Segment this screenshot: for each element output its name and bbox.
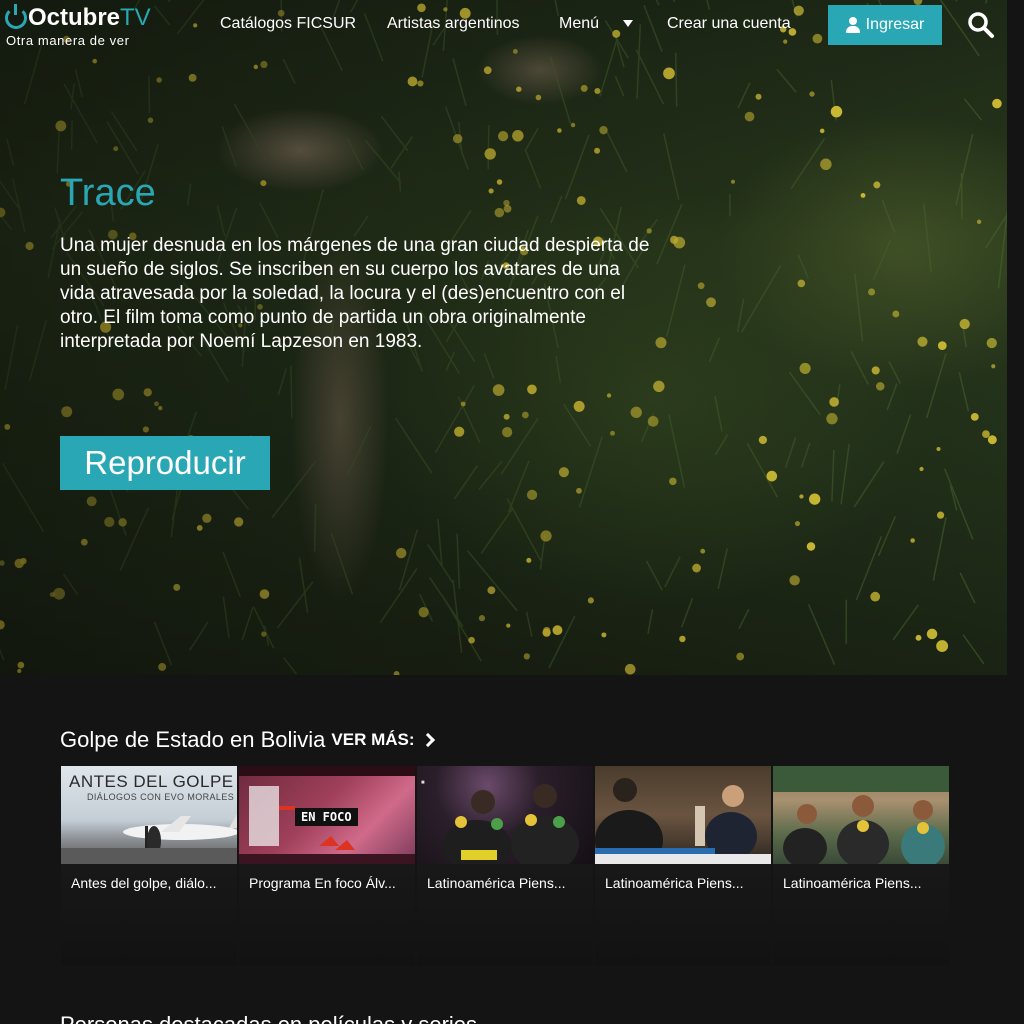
video-card[interactable]: Latinoamérica Piens... [595,766,771,965]
scrollbar[interactable] [1007,0,1024,1024]
video-card-title: Latinoamérica Piens... [783,875,922,891]
rally-image [773,766,949,864]
video-card-title: Latinoamérica Piens... [605,875,744,891]
airplane-image [61,814,237,864]
video-card[interactable]: ANTES DEL GOLPE DIÁLOGOS CON EVO MORALES… [61,766,237,965]
video-card[interactable]: EN FOCO Programa En foco Álv... [239,766,415,965]
video-card-title: Programa En foco Álv... [249,875,396,891]
logo-tv: TV [120,4,151,31]
video-card-title: Latinoamérica Piens... [427,875,566,891]
logo-name: Octubre [28,4,121,31]
top-navigation: Octubre TV Otra manera de ver Catálogos F… [0,0,1024,50]
nav-artistas-argentinos[interactable]: Artistas argentinos [387,15,520,33]
video-card[interactable]: Latinoamérica Piens... [773,766,949,965]
search-icon[interactable] [967,11,995,39]
octubre-tv-logo[interactable]: Octubre TV Otra manera de ver [5,4,155,48]
channel-logo: ■ [421,780,425,786]
video-thumbnail: ANTES DEL GOLPE DIÁLOGOS CON EVO MORALES [61,766,237,864]
login-label: Ingresar [865,16,925,33]
video-thumbnail [773,766,949,864]
video-card[interactable]: ■ Latinoamérica Piens... [417,766,593,965]
nav-catalogos-ficsur[interactable]: Catálogos FICSUR [220,15,356,33]
video-thumbnail: ■ [417,766,593,864]
power-icon [5,4,27,29]
logo-wordmark: Octubre TV [5,4,151,32]
section2-title: Personas destacadas en películas y serie… [60,1012,477,1024]
login-button[interactable]: Ingresar [828,5,942,45]
chevron-right-icon[interactable] [420,732,435,748]
nav-crear-cuenta[interactable]: Crear una cuenta [667,15,791,33]
play-button[interactable]: Reproducir [60,436,270,490]
video-carousel: ANTES DEL GOLPE DIÁLOGOS CON EVO MORALES… [61,766,949,965]
hero-title: Trace [60,172,156,214]
caption-strip [595,854,771,864]
chevron-down-icon[interactable] [623,20,633,27]
decorative-bar [279,806,295,810]
section-title: Golpe de Estado en Bolivia [60,727,326,752]
celebration-image [443,784,579,864]
hero-description: Una mujer desnuda en los márgenes de una… [60,235,650,352]
logo-tagline: Otra manera de ver [6,33,130,48]
nav-menu[interactable]: Menú [559,15,599,33]
video-thumbnail [595,766,771,864]
thumbnail-title: EN FOCO [295,808,358,826]
section-header: Golpe de Estado en Bolivia VER MÁS: [60,727,435,753]
video-card-title: Antes del golpe, diálo... [71,875,217,891]
video-thumbnail: EN FOCO [239,766,415,864]
see-more-link[interactable]: VER MÁS: [331,730,414,750]
user-icon [845,17,860,33]
